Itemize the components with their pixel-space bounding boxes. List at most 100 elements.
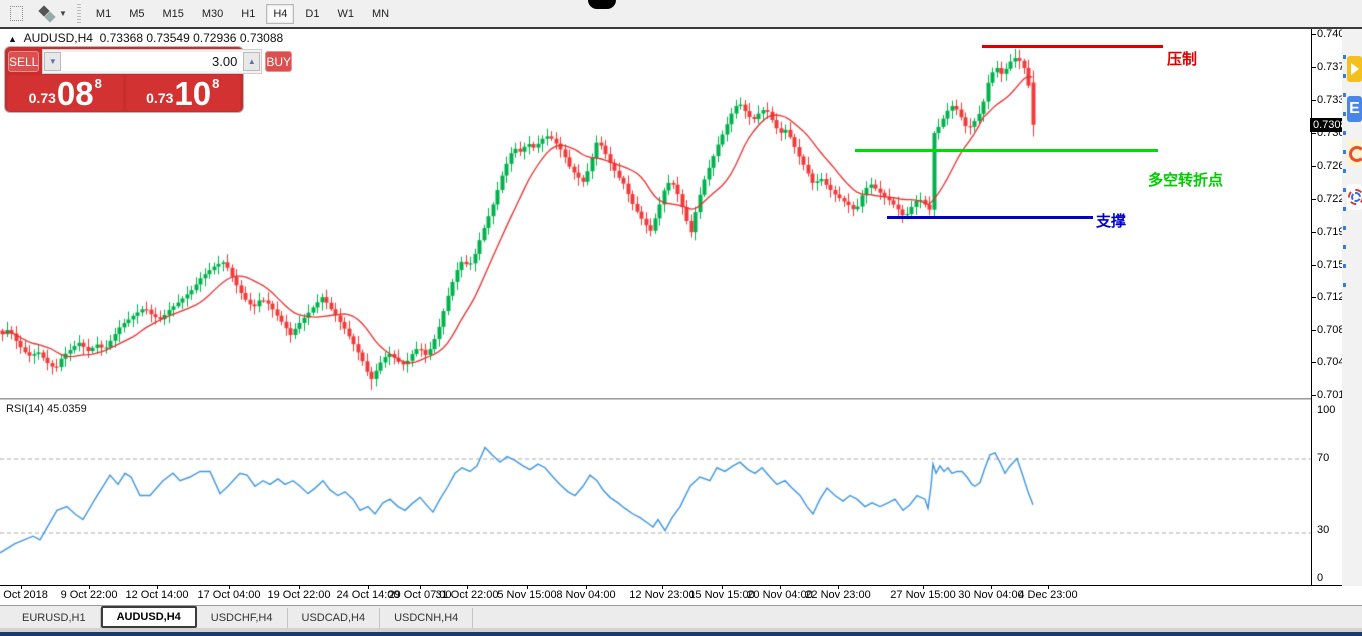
- rsi-axis-label: 30: [1317, 524, 1329, 536]
- toolbar-grip[interactable]: [77, 4, 81, 24]
- taskbar-edge: [0, 632, 1362, 636]
- volume-input[interactable]: [61, 52, 243, 71]
- timeframe-button-m15[interactable]: M15: [155, 4, 190, 24]
- resistance-annotation[interactable]: 压制: [1167, 48, 1197, 69]
- desktop-icon-dashed-circle[interactable]: [1347, 184, 1362, 210]
- time-axis-label: 31 Oct 22:00: [436, 589, 499, 601]
- time-axis-tick: [838, 585, 839, 589]
- timeframe-button-m1[interactable]: M1: [89, 4, 118, 24]
- desktop-grid-dash: [1343, 74, 1346, 78]
- price-axis-tick: [1311, 67, 1316, 68]
- volume-control: ▼ ▲: [42, 49, 262, 74]
- dropdown-caret-icon[interactable]: ▼: [59, 9, 67, 18]
- time-axis-tick: [21, 585, 22, 589]
- desktop-icon-yellow[interactable]: [1347, 56, 1362, 82]
- price-axis-tick: [1311, 265, 1316, 266]
- chart-tabs: EURUSD,H1AUDUSD,H4USDCHF,H4USDCAD,H4USDC…: [0, 606, 1362, 628]
- time-axis-tick: [89, 585, 90, 589]
- timeframe-button-d1[interactable]: D1: [298, 4, 326, 24]
- support-trendline[interactable]: [887, 216, 1093, 219]
- time-axis-line: [0, 585, 1342, 586]
- timeframe-button-h1[interactable]: H1: [234, 4, 262, 24]
- rsi-axis-label: 70: [1317, 452, 1329, 464]
- desktop-grid-dash: [1343, 93, 1346, 97]
- resistance-trendline[interactable]: [982, 45, 1163, 48]
- sell-button[interactable]: SELL: [8, 51, 39, 72]
- price-axis-tick: [1311, 330, 1316, 331]
- collapse-triangle-icon[interactable]: ▲: [8, 34, 17, 44]
- time-axis-label: 8 Nov 04:00: [556, 589, 615, 601]
- price-axis-tick: [1311, 232, 1316, 233]
- pane-splitter[interactable]: [0, 398, 1311, 400]
- buy-price-display[interactable]: 0.73 10 8: [126, 75, 241, 111]
- desktop-grid-dash: [1343, 283, 1346, 287]
- price-axis-tick: [1311, 100, 1316, 101]
- price-axis-line: [1311, 29, 1312, 586]
- chart-tab-eurusd[interactable]: EURUSD,H1: [8, 608, 101, 628]
- price-axis-tick: [1311, 199, 1316, 200]
- arrange-windows-icon[interactable]: ▼: [40, 7, 67, 21]
- price-axis-tick: [1311, 297, 1316, 298]
- time-axis-label: 17 Oct 04:00: [198, 589, 261, 601]
- one-click-trading-panel: SELL ▼ ▲ BUY 0.73 08 8 0.73 10 8: [5, 47, 243, 112]
- timeframe-button-h4[interactable]: H4: [266, 4, 294, 24]
- time-axis-label: 30 Nov 04:00: [958, 589, 1023, 601]
- time-axis-label: 4 Dec 23:00: [1018, 589, 1077, 601]
- time-axis-label: 5 Oct 2018: [0, 589, 48, 601]
- time-axis-tick: [527, 585, 528, 589]
- chart-tab-audusd[interactable]: AUDUSD,H4: [101, 606, 197, 628]
- chart-tab-usdchf[interactable]: USDCHF,H4: [197, 608, 288, 628]
- time-axis-tick: [780, 585, 781, 589]
- pivot-trendline[interactable]: [855, 149, 1158, 152]
- time-axis-tick: [662, 585, 663, 589]
- desktop-grid-dash: [1343, 55, 1346, 59]
- price-axis-tick: [1311, 395, 1316, 396]
- time-axis-tick: [586, 585, 587, 589]
- desktop-grid-dash: [1343, 150, 1346, 154]
- rsi-axis-label: 100: [1317, 404, 1335, 416]
- mt4-window: ▼ M1M5M15M30H1H4D1W1MN ▲ AUDUSD,H4 0.733…: [0, 0, 1362, 636]
- timeframe-button-m30[interactable]: M30: [195, 4, 230, 24]
- support-annotation[interactable]: 支撑: [1096, 210, 1126, 231]
- timeframe-button-m5[interactable]: M5: [122, 4, 151, 24]
- volume-decrease-button[interactable]: ▼: [44, 52, 61, 71]
- desktop-grid-dash: [1343, 226, 1346, 230]
- desktop-icon-orange[interactable]: [1347, 140, 1362, 166]
- buy-button[interactable]: BUY: [265, 51, 292, 72]
- desktop-grid-dash: [1343, 131, 1346, 135]
- price-chart-canvas[interactable]: [0, 29, 1311, 586]
- price-axis-tick: [1311, 133, 1316, 134]
- chart-tab-usdcad[interactable]: USDCAD,H4: [288, 608, 381, 628]
- time-axis-tick: [229, 585, 230, 589]
- desktop-icon-blue[interactable]: E: [1347, 96, 1362, 122]
- timeframe-button-mn[interactable]: MN: [365, 4, 396, 24]
- chart-ohlc-title: ▲ AUDUSD,H4 0.73368 0.73549 0.72936 0.73…: [8, 31, 283, 45]
- time-axis-tick: [299, 585, 300, 589]
- volume-increase-button[interactable]: ▲: [243, 52, 260, 71]
- chart-tab-usdcnh[interactable]: USDCNH,H4: [380, 608, 473, 628]
- time-axis-label: 27 Nov 15:00: [890, 589, 955, 601]
- desktop-grid-dash: [1343, 169, 1346, 173]
- time-axis-label: 22 Nov 23:00: [805, 589, 870, 601]
- desktop-strip: E: [1342, 29, 1362, 586]
- dotted-rectangle-icon[interactable]: [4, 4, 26, 24]
- timeframe-buttons: M1M5M15M30H1H4D1W1MN: [87, 4, 398, 24]
- time-axis-tick: [722, 585, 723, 589]
- time-axis-tick: [467, 585, 468, 589]
- toolbar: ▼ M1M5M15M30H1H4D1W1MN: [0, 0, 1362, 27]
- desktop-grid-dash: [1343, 207, 1346, 211]
- timeframe-button-w1[interactable]: W1: [330, 4, 361, 24]
- desktop-grid-dash: [1343, 245, 1346, 249]
- time-axis-label: 20 Nov 04:00: [747, 589, 812, 601]
- desktop-grid-dash: [1343, 112, 1346, 116]
- time-axis-tick: [923, 585, 924, 589]
- pivot-annotation[interactable]: 多空转折点: [1148, 169, 1223, 190]
- desktop-grid-dash: [1343, 264, 1346, 268]
- desktop-grid-dash: [1343, 188, 1346, 192]
- time-axis-label: 12 Nov 23:00: [629, 589, 694, 601]
- sell-price-display[interactable]: 0.73 08 8: [8, 75, 123, 111]
- time-axis-label: 15 Nov 15:00: [689, 589, 754, 601]
- time-axis-label: 9 Oct 22:00: [61, 589, 118, 601]
- price-axis-tick: [1311, 362, 1316, 363]
- time-axis-label: 12 Oct 14:00: [126, 589, 189, 601]
